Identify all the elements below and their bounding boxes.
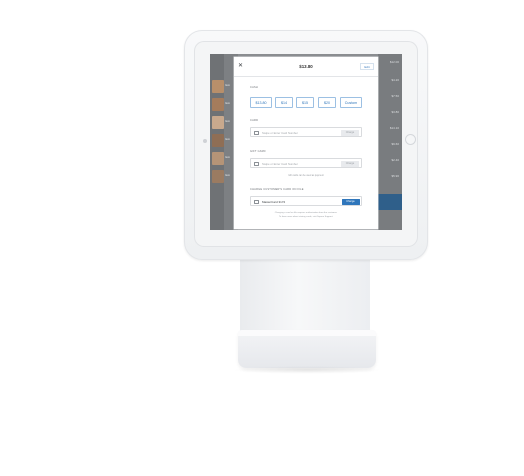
payment-modal: ✕ $13.80 Edit CASH $13.80 $14 $15 $20 Cu… bbox=[234, 57, 378, 229]
modal-title: $13.80 bbox=[299, 64, 313, 69]
card-number-field[interactable]: Swipe or Enter Card Number Charge bbox=[250, 127, 362, 137]
item-thumbnail bbox=[212, 134, 224, 147]
cash-option-button[interactable]: $13.80 bbox=[250, 97, 272, 108]
footer-note-line1: Charging a card on file requires authori… bbox=[274, 212, 338, 214]
card-number-placeholder: Swipe or Enter Card Number bbox=[262, 131, 298, 135]
ticket-price: $9.60 bbox=[391, 142, 399, 146]
card-charge-button[interactable]: Charge bbox=[341, 129, 359, 136]
item-label: Item bbox=[225, 120, 231, 123]
card-on-file-charge-button[interactable]: Charge bbox=[341, 198, 360, 205]
ticket-price: $12.00 bbox=[389, 60, 399, 64]
cash-option-button[interactable]: $14 bbox=[275, 97, 293, 108]
gift-card-note: Gift cards can be used as payment bbox=[288, 175, 324, 177]
gift-card-icon bbox=[254, 162, 259, 166]
credit-card-icon bbox=[254, 131, 259, 135]
item-label: Item bbox=[225, 174, 231, 177]
card-on-file-label: CHARGE CUSTOMER'S CARD ON FILE bbox=[250, 188, 304, 191]
gift-card-charge-button[interactable]: Charge bbox=[341, 160, 359, 167]
cash-option-button[interactable]: $20 bbox=[318, 97, 336, 108]
ticket-price: $3.80 bbox=[391, 110, 399, 114]
background-charge-button bbox=[378, 194, 402, 210]
ticket-price: $14.10 bbox=[389, 126, 399, 130]
home-button[interactable] bbox=[405, 134, 416, 145]
cash-section-label: CASH bbox=[250, 86, 259, 89]
card-on-file-text: MasterCard 3172 bbox=[262, 200, 286, 204]
edit-button[interactable]: Edit bbox=[360, 63, 374, 70]
stand-shadow bbox=[232, 366, 382, 374]
modal-header: ✕ $13.80 Edit bbox=[234, 57, 378, 77]
stand-base bbox=[238, 330, 376, 368]
background-ticket-panel: $12.00 $4.20 $7.50 $3.80 $14.10 $9.60 $2… bbox=[378, 54, 402, 230]
item-label: Item bbox=[225, 84, 231, 87]
item-thumbnail bbox=[212, 116, 224, 129]
ticket-price: $2.40 bbox=[391, 158, 399, 162]
ticket-price: $5.90 bbox=[391, 174, 399, 178]
cash-option-button[interactable]: $15 bbox=[296, 97, 314, 108]
item-thumbnail bbox=[212, 152, 224, 165]
ticket-price: $7.50 bbox=[391, 94, 399, 98]
item-thumbnail bbox=[212, 98, 224, 111]
credit-card-icon bbox=[254, 200, 259, 204]
gift-card-number-field[interactable]: Swipe or Enter Card Number Charge bbox=[250, 158, 362, 168]
card-on-file-row[interactable]: MasterCard 3172 Charge bbox=[250, 196, 362, 206]
gift-card-placeholder: Swipe or Enter Card Number bbox=[262, 162, 298, 166]
gift-card-section-label: GIFT CARD bbox=[250, 150, 266, 153]
item-label: Item bbox=[225, 156, 231, 159]
item-label: Item bbox=[225, 102, 231, 105]
cash-custom-button[interactable]: Custom bbox=[340, 97, 362, 108]
stand-neck bbox=[240, 255, 370, 337]
card-section-label: CARD bbox=[250, 119, 259, 122]
camera-icon bbox=[203, 139, 207, 143]
item-label: Item bbox=[225, 138, 231, 141]
footer-note-line2: To learn more about storing cards, visit… bbox=[278, 216, 334, 218]
item-thumbnail bbox=[212, 80, 224, 93]
item-thumbnail bbox=[212, 170, 224, 183]
close-icon[interactable]: ✕ bbox=[238, 63, 243, 69]
ticket-price: $4.20 bbox=[391, 78, 399, 82]
